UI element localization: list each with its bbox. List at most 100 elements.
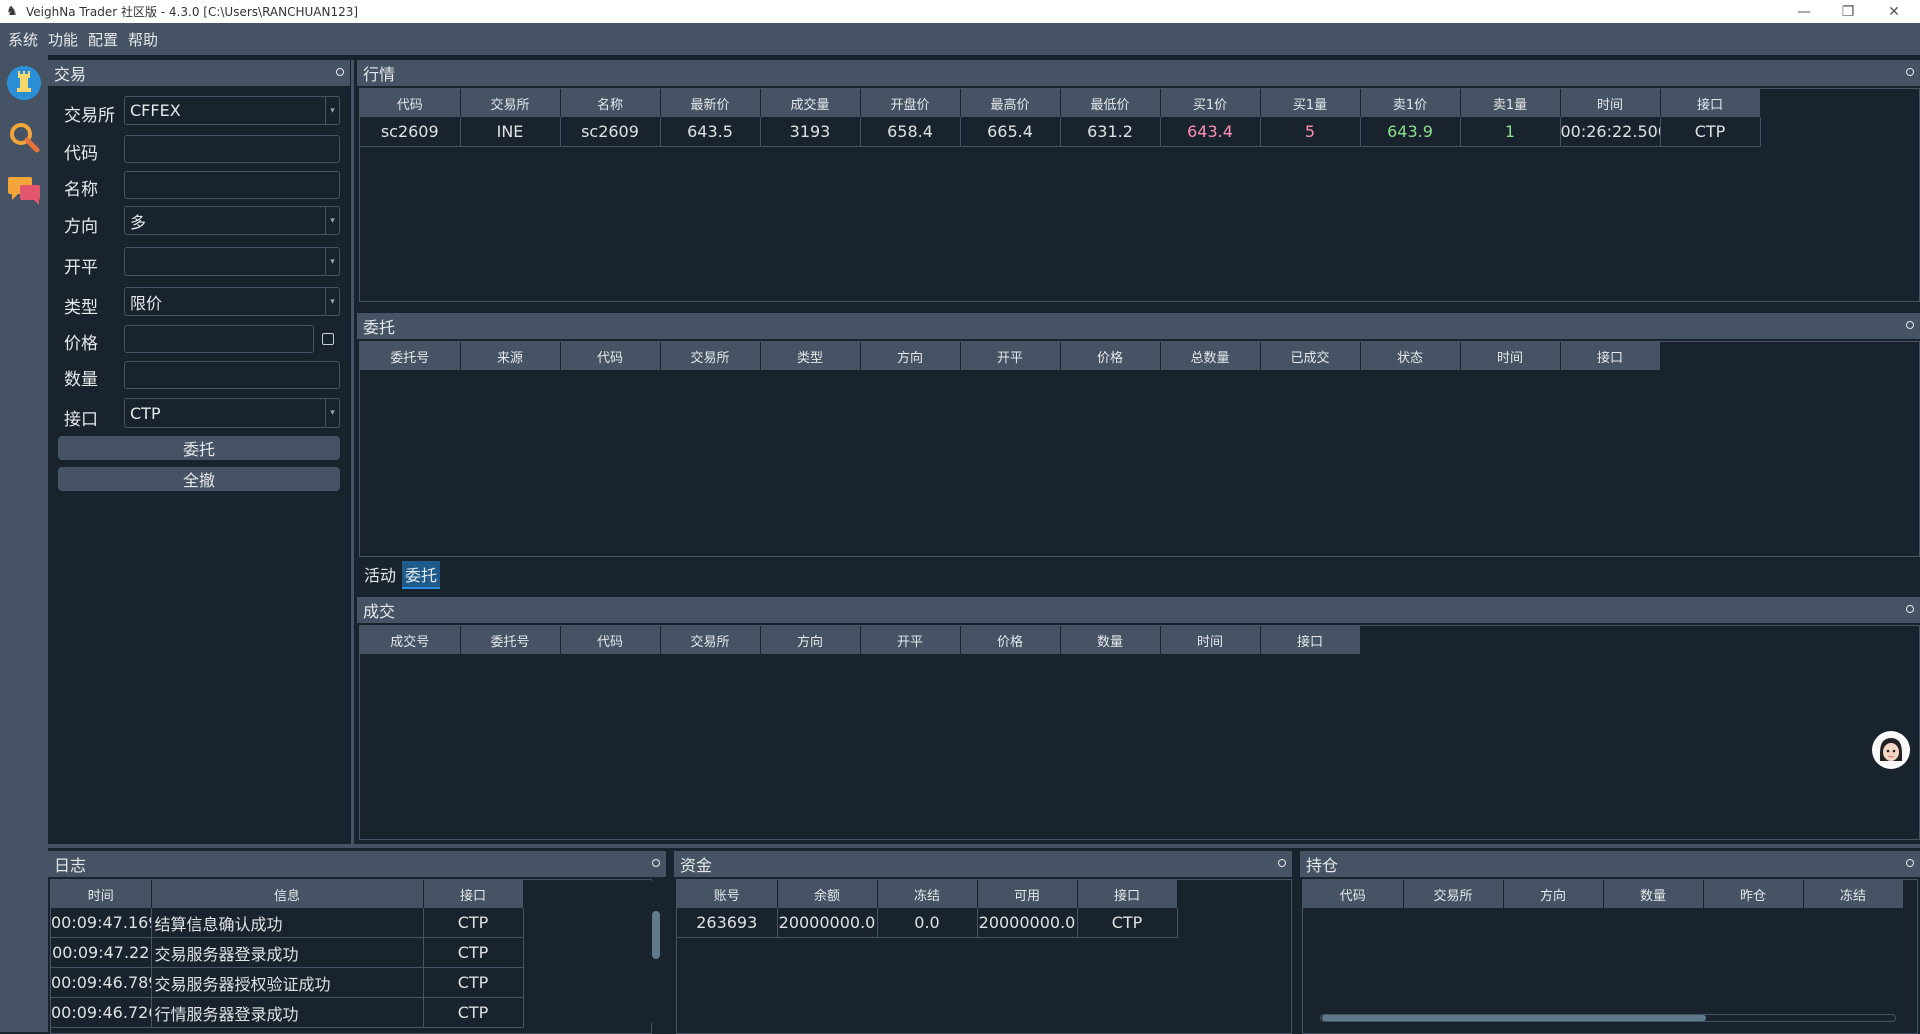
avatar[interactable] [1872, 731, 1910, 769]
table-cell[interactable]: 交易服务器登录成功 [151, 937, 424, 968]
table-cell[interactable]: CTP [423, 937, 524, 968]
table-cell[interactable]: CTP [423, 967, 524, 998]
price-checkbox[interactable] [322, 333, 334, 345]
column-header[interactable]: 信息 [151, 880, 424, 908]
table-row[interactable]: 00:09:46.789 交易服务器授权验证成功 CTP [51, 967, 524, 998]
tab-active[interactable]: 活动 [360, 561, 400, 587]
table-cell[interactable]: sc2609 [360, 117, 461, 147]
table-row[interactable]: 263693 20000000.0 0.0 20000000.0 CTP [677, 908, 1178, 938]
column-header[interactable]: 接口 [423, 880, 524, 908]
column-header[interactable]: 卖1量 [1460, 89, 1561, 117]
scrollbar-thumb[interactable] [1322, 1015, 1706, 1021]
column-header[interactable]: 委托号 [360, 342, 461, 370]
column-header[interactable]: 方向 [860, 342, 961, 370]
table-cell[interactable]: 结算信息确认成功 [151, 908, 424, 938]
tab-orders[interactable]: 委托 [402, 561, 440, 589]
table-cell[interactable]: 00:26:22.500 [1560, 117, 1661, 147]
type-select[interactable]: 限价 ▾ [124, 287, 340, 316]
table-cell[interactable]: 00:09:47.22 [51, 937, 152, 968]
column-header[interactable]: 卖1价 [1360, 89, 1461, 117]
table-cell[interactable]: INE [460, 117, 561, 147]
column-header[interactable]: 交易所 [660, 342, 761, 370]
table-cell[interactable]: 20000000.0 [777, 908, 878, 938]
column-header[interactable]: 最低价 [1060, 89, 1161, 117]
column-header[interactable]: 余额 [777, 880, 878, 908]
column-header[interactable]: 时间 [51, 880, 152, 908]
column-header[interactable]: 成交号 [360, 626, 461, 654]
close-button[interactable]: ✕ [1872, 0, 1916, 23]
minimize-button[interactable]: — [1782, 0, 1826, 23]
direction-select[interactable]: 多 ▾ [124, 206, 340, 235]
table-row[interactable]: 00:09:47.22 交易服务器登录成功 CTP [51, 937, 524, 968]
table-row[interactable]: 00:09:47.169 结算信息确认成功 CTP [51, 908, 524, 938]
offset-select[interactable]: ▾ [124, 247, 340, 276]
exchange-select[interactable]: CFFEX ▾ [124, 96, 340, 125]
table-cell[interactable]: 631.2 [1060, 117, 1161, 147]
table-cell[interactable]: 3193 [760, 117, 861, 147]
column-header[interactable]: 类型 [760, 342, 861, 370]
scrollbar-thumb[interactable] [652, 911, 660, 959]
column-header[interactable]: 代码 [1303, 880, 1404, 908]
panel-float-icon[interactable] [1906, 321, 1914, 329]
table-cell[interactable]: 643.4 [1160, 117, 1261, 147]
column-header[interactable]: 已成交 [1260, 342, 1361, 370]
column-header[interactable]: 数量 [1060, 626, 1161, 654]
chevron-down-icon[interactable]: ▾ [325, 248, 339, 275]
column-header[interactable]: 成交量 [760, 89, 861, 117]
cancel-all-button[interactable]: 全撤 [58, 467, 340, 491]
column-header[interactable]: 数量 [1603, 880, 1704, 908]
column-header[interactable]: 方向 [760, 626, 861, 654]
column-header[interactable]: 接口 [1260, 626, 1361, 654]
column-header[interactable]: 冻结 [1803, 880, 1904, 908]
column-header[interactable]: 时间 [1560, 89, 1661, 117]
column-header[interactable]: 交易所 [660, 626, 761, 654]
table-cell[interactable]: 5 [1260, 117, 1361, 147]
search-icon[interactable] [4, 117, 44, 157]
position-hscrollbar[interactable] [1320, 1014, 1900, 1022]
column-header[interactable]: 代码 [360, 89, 461, 117]
table-cell[interactable]: 00:09:46.789 [51, 967, 152, 998]
gateway-select[interactable]: CTP ▾ [124, 398, 340, 428]
menu-config[interactable]: 配置 [84, 29, 124, 50]
panel-float-icon[interactable] [652, 859, 660, 867]
table-cell[interactable]: 643.5 [660, 117, 761, 147]
table-cell[interactable]: 行情服务器登录成功 [151, 997, 424, 1028]
column-header[interactable]: 开平 [960, 342, 1061, 370]
column-header[interactable]: 开盘价 [860, 89, 961, 117]
column-header[interactable]: 名称 [560, 89, 661, 117]
column-header[interactable]: 可用 [977, 880, 1078, 908]
table-cell[interactable]: 1 [1460, 117, 1561, 147]
table-cell[interactable]: 0.0 [877, 908, 978, 938]
column-header[interactable]: 接口 [1560, 342, 1661, 370]
column-header[interactable]: 时间 [1460, 342, 1561, 370]
column-header[interactable]: 交易所 [460, 89, 561, 117]
chat-icon[interactable] [4, 171, 44, 211]
log-scrollbar[interactable] [650, 881, 662, 1023]
price-input[interactable] [124, 325, 314, 353]
table-cell[interactable]: 00:09:47.169 [51, 908, 152, 938]
volume-input[interactable] [124, 361, 340, 389]
column-header[interactable]: 最高价 [960, 89, 1061, 117]
table-cell[interactable]: 交易服务器授权验证成功 [151, 967, 424, 998]
panel-float-icon[interactable] [1906, 68, 1914, 76]
column-header[interactable]: 价格 [960, 626, 1061, 654]
column-header[interactable]: 状态 [1360, 342, 1461, 370]
table-cell[interactable]: CTP [423, 908, 524, 938]
table-cell[interactable]: 665.4 [960, 117, 1061, 147]
symbol-input[interactable] [124, 135, 340, 163]
splitter[interactable] [48, 844, 1920, 848]
column-header[interactable]: 账号 [677, 880, 778, 908]
send-order-button[interactable]: 委托 [58, 436, 340, 460]
column-header[interactable]: 冻结 [877, 880, 978, 908]
menu-help[interactable]: 帮助 [124, 29, 164, 50]
chevron-down-icon[interactable]: ▾ [325, 399, 339, 427]
column-header[interactable]: 交易所 [1403, 880, 1504, 908]
splitter[interactable] [351, 60, 354, 844]
table-row[interactable]: sc2609 INE sc2609 643.5 3193 658.4 665.4 631.2 6… [360, 117, 1761, 147]
table-cell[interactable]: CTP [1077, 908, 1178, 938]
chevron-down-icon[interactable]: ▾ [325, 207, 339, 234]
column-header[interactable]: 接口 [1077, 880, 1178, 908]
table-row[interactable]: 00:09:46.726 行情服务器登录成功 CTP [51, 997, 524, 1028]
column-header[interactable]: 总数量 [1160, 342, 1261, 370]
column-header[interactable]: 买1量 [1260, 89, 1361, 117]
